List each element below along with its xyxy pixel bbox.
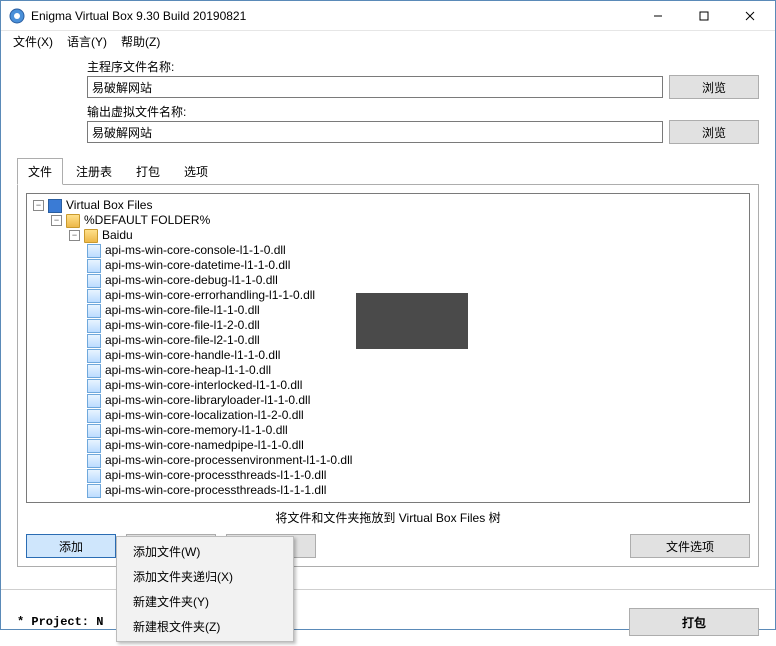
ctx-add-file[interactable]: 添加文件(W) <box>119 539 291 564</box>
browse-output-button[interactable]: 浏览 <box>669 120 759 144</box>
tree-file-label: api-ms-win-core-handle-l1-1-0.dll <box>105 348 280 363</box>
file-icon <box>87 469 101 483</box>
pack-button[interactable]: 打包 <box>629 608 759 636</box>
ctx-new-root-folder[interactable]: 新建根文件夹(Z) <box>119 614 291 639</box>
tree-file[interactable]: api-ms-win-core-debug-l1-1-0.dll <box>87 273 745 288</box>
tab-packaging[interactable]: 打包 <box>125 158 171 185</box>
tree-file-label: api-ms-win-core-processthreads-l1-1-0.dl… <box>105 468 326 483</box>
tab-options[interactable]: 选项 <box>173 158 219 185</box>
tree-file-label: api-ms-win-core-errorhandling-l1-1-0.dll <box>105 288 315 303</box>
titlebar: Enigma Virtual Box 9.30 Build 20190821 <box>1 1 775 31</box>
browse-main-button[interactable]: 浏览 <box>669 75 759 99</box>
minimize-button[interactable] <box>635 1 681 31</box>
tree-default-folder[interactable]: − %DEFAULT FOLDER% <box>51 213 745 228</box>
tree-file-label: api-ms-win-core-localization-l1-2-0.dll <box>105 408 304 423</box>
folder-icon <box>66 214 80 228</box>
main-file-label: 主程序文件名称: <box>87 58 759 75</box>
tree-file[interactable]: api-ms-win-core-processthreads-l1-1-1.dl… <box>87 483 745 498</box>
file-icon <box>87 364 101 378</box>
ctx-new-folder[interactable]: 新建文件夹(Y) <box>119 589 291 614</box>
tree-file-label: api-ms-win-core-console-l1-1-0.dll <box>105 243 286 258</box>
tree-file-label: api-ms-win-core-file-l2-1-0.dll <box>105 333 260 348</box>
app-icon <box>9 8 25 24</box>
tree-root[interactable]: − Virtual Box Files <box>33 198 745 213</box>
window-title: Enigma Virtual Box 9.30 Build 20190821 <box>31 9 635 23</box>
add-button[interactable]: 添加 <box>26 534 116 558</box>
ctx-add-folder-recursive[interactable]: 添加文件夹递归(X) <box>119 564 291 589</box>
window-buttons <box>635 1 773 31</box>
menu-file[interactable]: 文件(X) <box>7 31 59 52</box>
add-context-menu: 添加文件(W) 添加文件夹递归(X) 新建文件夹(Y) 新建根文件夹(Z) <box>116 536 294 642</box>
file-icon <box>87 289 101 303</box>
close-button[interactable] <box>727 1 773 31</box>
file-icon <box>87 379 101 393</box>
output-file-label: 输出虚拟文件名称: <box>87 103 759 120</box>
tree-file[interactable]: api-ms-win-core-heap-l1-1-0.dll <box>87 363 745 378</box>
tab-registry[interactable]: 注册表 <box>65 158 123 185</box>
file-icon <box>87 304 101 318</box>
tab-body: − Virtual Box Files − %DEFAULT FOLDER% <box>17 185 759 567</box>
file-icon <box>87 484 101 498</box>
tree-file[interactable]: api-ms-win-core-processthreads-l1-1-0.dl… <box>87 468 745 483</box>
tree-file[interactable]: api-ms-win-core-libraryloader-l1-1-0.dll <box>87 393 745 408</box>
file-icon <box>87 334 101 348</box>
drop-hint: 将文件和文件夹拖放到 Virtual Box Files 树 <box>26 503 750 532</box>
tree-root-label: Virtual Box Files <box>66 198 152 213</box>
tree-file[interactable]: api-ms-win-core-interlocked-l1-1-0.dll <box>87 378 745 393</box>
file-icon <box>87 319 101 333</box>
file-icon <box>87 439 101 453</box>
tree-file[interactable]: api-ms-win-core-memory-l1-1-0.dll <box>87 423 745 438</box>
tree-file[interactable]: api-ms-win-core-processenvironment-l1-1-… <box>87 453 745 468</box>
tree-file-label: api-ms-win-core-processenvironment-l1-1-… <box>105 453 352 468</box>
redaction-block <box>356 293 468 349</box>
file-icon <box>87 259 101 273</box>
tree-file[interactable]: api-ms-win-core-namedpipe-l1-1-0.dll <box>87 438 745 453</box>
project-status: * Project: N <box>17 615 103 629</box>
collapse-icon[interactable]: − <box>51 215 62 226</box>
maximize-button[interactable] <box>681 1 727 31</box>
tree-baidu-folder[interactable]: − Baidu <box>69 228 745 243</box>
collapse-icon[interactable]: − <box>69 230 80 241</box>
tree-folder-label: %DEFAULT FOLDER% <box>84 213 210 228</box>
tree-file-label: api-ms-win-core-processthreads-l1-1-1.dl… <box>105 483 326 498</box>
tree-file-label: api-ms-win-core-libraryloader-l1-1-0.dll <box>105 393 310 408</box>
file-options-button[interactable]: 文件选项 <box>630 534 750 558</box>
menu-help[interactable]: 帮助(Z) <box>115 31 166 52</box>
file-icon <box>87 349 101 363</box>
tab-files[interactable]: 文件 <box>17 158 63 185</box>
tree-file-label: api-ms-win-core-file-l1-1-0.dll <box>105 303 260 318</box>
tree-file-label: api-ms-win-core-datetime-l1-1-0.dll <box>105 258 290 273</box>
tree-file-label: api-ms-win-core-file-l1-2-0.dll <box>105 318 260 333</box>
file-icon <box>87 274 101 288</box>
file-icon <box>87 424 101 438</box>
collapse-icon[interactable]: − <box>33 200 44 211</box>
output-file-input[interactable] <box>87 121 663 143</box>
menubar: 文件(X) 语言(Y) 帮助(Z) <box>1 31 775 52</box>
file-icon <box>87 244 101 258</box>
tree-file-label: api-ms-win-core-heap-l1-1-0.dll <box>105 363 271 378</box>
tree-file-label: api-ms-win-core-debug-l1-1-0.dll <box>105 273 278 288</box>
tab-strip: 文件 注册表 打包 选项 <box>17 158 759 185</box>
tree-folder-label: Baidu <box>102 228 133 243</box>
tree-file[interactable]: api-ms-win-core-console-l1-1-0.dll <box>87 243 745 258</box>
tree-file[interactable]: api-ms-win-core-localization-l1-2-0.dll <box>87 408 745 423</box>
menu-language[interactable]: 语言(Y) <box>61 31 113 52</box>
tree-file-label: api-ms-win-core-interlocked-l1-1-0.dll <box>105 378 302 393</box>
tree-file[interactable]: api-ms-win-core-datetime-l1-1-0.dll <box>87 258 745 273</box>
tree-file[interactable]: api-ms-win-core-handle-l1-1-0.dll <box>87 348 745 363</box>
file-icon <box>87 454 101 468</box>
folder-icon <box>84 229 98 243</box>
tree-file-label: api-ms-win-core-namedpipe-l1-1-0.dll <box>105 438 304 453</box>
main-file-input[interactable] <box>87 76 663 98</box>
file-icon <box>87 409 101 423</box>
file-icon <box>87 394 101 408</box>
tree-file-label: api-ms-win-core-memory-l1-1-0.dll <box>105 423 288 438</box>
tree-root-icon <box>48 199 62 213</box>
